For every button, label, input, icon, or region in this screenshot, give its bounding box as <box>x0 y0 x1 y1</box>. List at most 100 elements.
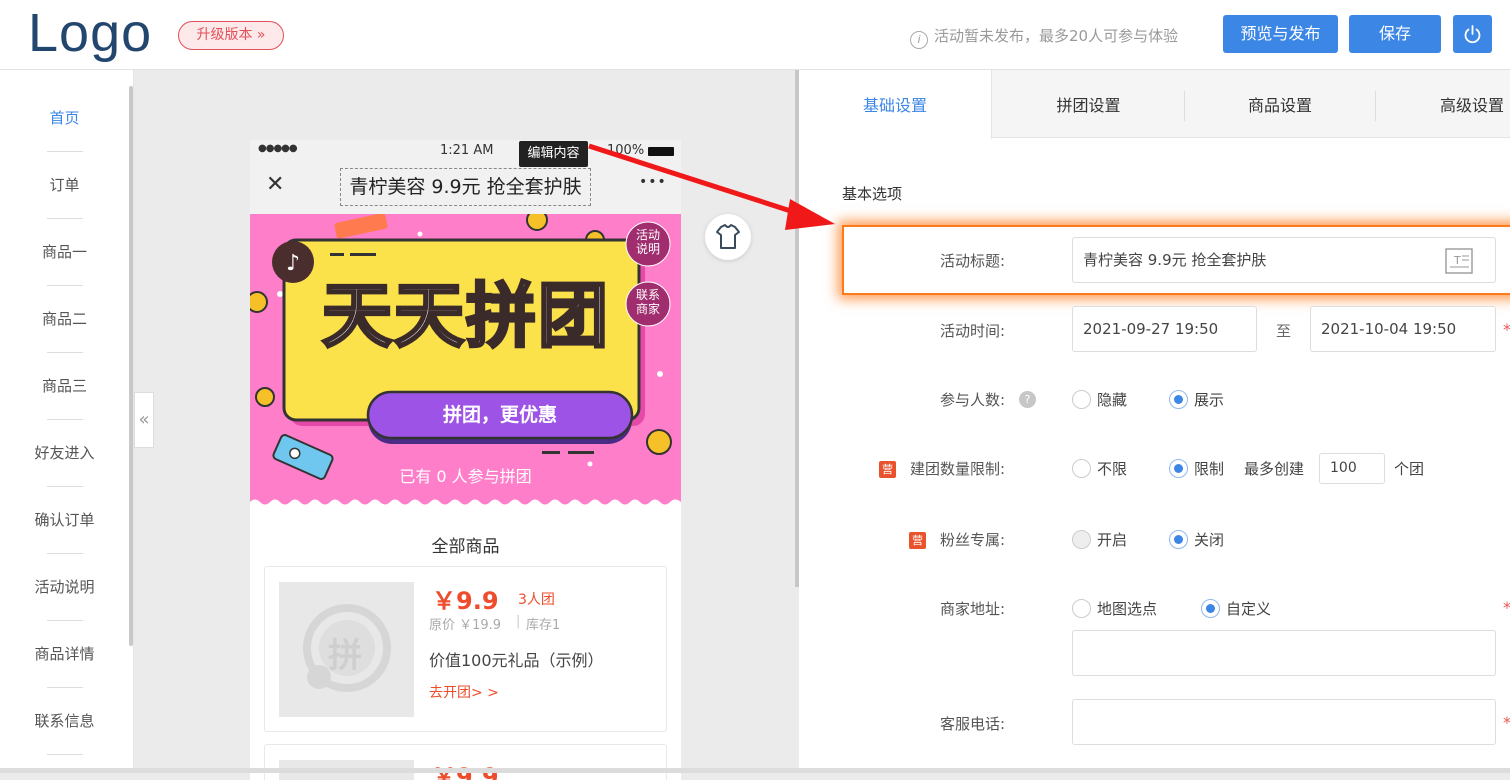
settings-panel: 基础设置 拼团设置 商品设置 高级设置 基本选项 活动标题: 青柠美容 9.9元… <box>799 70 1510 773</box>
edit-content-tooltip: 编辑内容 <box>519 141 588 167</box>
radio-icon[interactable] <box>1201 599 1220 618</box>
logo: Logo <box>28 3 153 63</box>
svg-text:♪: ♪ <box>286 251 300 276</box>
sidebar-item-home[interactable]: 首页 <box>0 85 129 152</box>
option-label: 不限 <box>1097 460 1128 478</box>
product-price: ￥9.9 <box>432 587 499 615</box>
thumbnail-mark: 拼 <box>328 636 362 676</box>
label-text: 粉丝专属: <box>939 531 1005 549</box>
limit-unlimited-option[interactable]: 不限 <box>1072 458 1127 479</box>
tab-basic-settings[interactable]: 基础设置 <box>799 70 992 139</box>
radio-icon[interactable] <box>1072 530 1091 549</box>
status-time: 1:21 AM <box>440 143 494 158</box>
address-map-option[interactable]: 地图选点 <box>1072 598 1157 619</box>
limit-limited-option[interactable]: 限制 <box>1169 458 1224 479</box>
product-card[interactable]: ￥9.9 <box>264 744 667 780</box>
horizontal-scrollbar[interactable] <box>0 768 1510 773</box>
tab-group-settings[interactable]: 拼团设置 <box>992 70 1185 138</box>
save-button[interactable]: 保存 <box>1349 15 1441 53</box>
radio-icon[interactable] <box>1169 530 1188 549</box>
groups-unit: 个团 <box>1394 460 1425 478</box>
required-mark: * <box>1503 320 1510 339</box>
option-label: 自定义 <box>1226 600 1272 618</box>
help-icon[interactable]: ? <box>1019 391 1036 408</box>
sidebar-item-orders[interactable]: 订单 <box>0 152 129 219</box>
phone-preview: ●●●●● 1:21 AM 100% ✕ 青柠美容 9.9元 抢全套护肤 •••… <box>250 140 681 780</box>
sidebar-scrollbar[interactable] <box>129 86 133 646</box>
all-products-title: 全部商品 <box>431 537 500 557</box>
marketing-badge: 营 <box>908 532 926 549</box>
sidebar-item-product-detail[interactable]: 商品详情 <box>0 621 129 688</box>
fans-on-option[interactable]: 开启 <box>1072 529 1127 550</box>
participants-show-option[interactable]: 展示 <box>1169 389 1224 410</box>
upgrade-button[interactable]: 升级版本 » <box>178 21 284 50</box>
settings-tabs: 基础设置 拼团设置 商品设置 高级设置 <box>799 70 1510 139</box>
product-card[interactable]: 拼 ￥9.9 3人团 原价 ￥19.9 | 库存1 价值100元礼品（示例） 去… <box>264 566 667 732</box>
option-label: 隐藏 <box>1097 391 1128 409</box>
activity-title-label: 活动标题: <box>939 252 1005 270</box>
radio-icon[interactable] <box>1072 599 1091 618</box>
info-icon: i <box>910 31 928 49</box>
address-label: 商家地址: <box>939 600 1005 618</box>
radio-icon[interactable] <box>1072 390 1091 409</box>
start-group-link[interactable]: 去开团> > <box>429 682 499 702</box>
sidebar-item-product-1[interactable]: 商品一 <box>0 219 129 286</box>
option-label: 开启 <box>1097 531 1128 549</box>
collapse-sidebar-button[interactable]: « <box>134 392 154 448</box>
section-title: 基本选项 <box>842 185 903 203</box>
product-name: 价值100元礼品（示例） <box>429 651 604 670</box>
tab-product-settings[interactable]: 商品设置 <box>1185 70 1375 138</box>
date-separator: 至 <box>1276 322 1292 340</box>
fans-only-label: 营粉丝专属: <box>859 529 1005 550</box>
sidebar-item-friend-entry[interactable]: 好友进入 <box>0 420 129 487</box>
sidebar-item-contact[interactable]: 联系信息 <box>0 688 129 755</box>
participant-count: 已有 0 人参与拼团 <box>399 467 532 486</box>
radio-icon[interactable] <box>1072 459 1091 478</box>
phone-page-title[interactable]: 青柠美容 9.9元 抢全套护肤 <box>340 168 591 206</box>
original-price: 原价 ￥19.9 <box>429 618 502 633</box>
activity-title-input[interactable]: 青柠美容 9.9元 抢全套护肤 <box>1072 237 1496 283</box>
address-input[interactable] <box>1072 630 1496 676</box>
option-label: 展示 <box>1194 391 1225 409</box>
svg-text:T: T <box>1453 254 1461 267</box>
sidebar-item-product-3[interactable]: 商品三 <box>0 353 129 420</box>
price-divider: | <box>516 614 521 629</box>
banner-slogan: 拼团，更优惠 <box>442 404 557 426</box>
marketing-badge: 营 <box>878 461 896 478</box>
sidebar-item-activity-desc[interactable]: 活动说明 <box>0 554 129 621</box>
close-icon[interactable]: ✕ <box>266 172 284 197</box>
signal-indicator: ●●●●● <box>258 143 298 154</box>
option-label: 地图选点 <box>1097 600 1158 618</box>
required-mark: * <box>1503 598 1510 617</box>
sidebar: 首页 订单 商品一 商品二 商品三 好友进入 确认订单 活动说明 商品详情 联系… <box>0 70 134 773</box>
banner-main-text: 天天拼团 <box>321 275 610 358</box>
group-size: 3人团 <box>518 592 555 608</box>
service-phone-input[interactable] <box>1072 699 1496 745</box>
stock: 库存1 <box>526 618 561 633</box>
option-label: 限制 <box>1194 460 1225 478</box>
end-time-input[interactable]: 2021-10-04 19:50 <box>1310 306 1496 352</box>
sidebar-item-confirm-order[interactable]: 确认订单 <box>0 487 129 554</box>
address-custom-option[interactable]: 自定义 <box>1201 598 1271 619</box>
fans-off-option[interactable]: 关闭 <box>1169 529 1224 550</box>
notice-text: 活动暂未发布，最多20人可参与体验 <box>934 27 1179 45</box>
radio-icon[interactable] <box>1169 459 1188 478</box>
start-time-input[interactable]: 2021-09-27 19:50 <box>1072 306 1257 352</box>
max-groups-input[interactable]: 100 <box>1319 453 1385 484</box>
max-create-label: 最多创建 <box>1244 460 1305 478</box>
group-buy-banner: ♪ 天天拼团 拼团，更优惠 已有 0 人参与拼团 活动说明 联系商家 <box>250 214 681 507</box>
sidebar-item-product-2[interactable]: 商品二 <box>0 286 129 353</box>
text-format-icon[interactable]: T <box>1445 248 1473 274</box>
tab-divider <box>1375 91 1376 121</box>
power-icon[interactable] <box>1453 15 1492 53</box>
participants-hide-option[interactable]: 隐藏 <box>1072 389 1127 410</box>
activity-time-label: 活动时间: <box>939 322 1005 340</box>
participants-label: 参与人数: <box>939 391 1005 409</box>
top-bar: Logo 升级版本 » i 活动暂未发布，最多20人可参与体验 预览与发布 保存 <box>0 0 1510 70</box>
tab-advanced-settings[interactable]: 高级设置 <box>1377 70 1510 138</box>
label-text: 建团数量限制: <box>909 460 1005 478</box>
contact-merchant-button[interactable]: 联系商家 <box>633 288 663 316</box>
radio-icon[interactable] <box>1169 390 1188 409</box>
preview-publish-button[interactable]: 预览与发布 <box>1223 15 1338 53</box>
pointer-arrow <box>588 143 835 230</box>
